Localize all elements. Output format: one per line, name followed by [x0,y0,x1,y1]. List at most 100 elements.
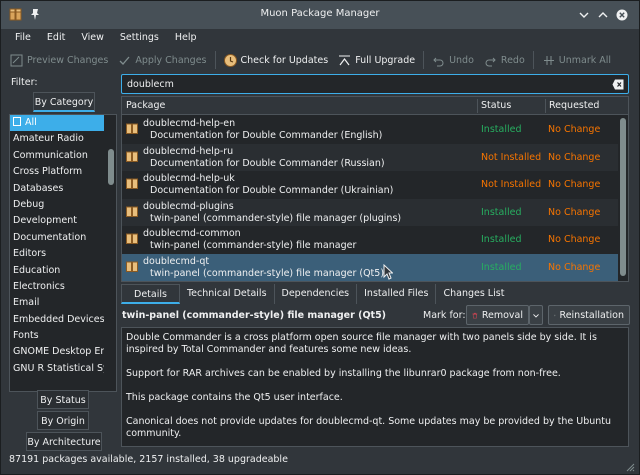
menu-file[interactable]: File [7,29,39,47]
toolbar-separator [423,51,425,69]
tab-dependencies[interactable]: Dependencies [275,284,358,304]
category-item[interactable]: All [10,115,104,132]
reinstallation-button[interactable]: Reinstallation [548,305,630,325]
package-name: doublecmd-common [143,228,241,239]
description-paragraph: This package contains the Qt5 user inter… [126,392,343,403]
package-icon [126,206,138,217]
maximize-button[interactable] [595,7,611,23]
update-package-icon [223,53,237,67]
menu-edit[interactable]: Edit [39,29,73,47]
search-field[interactable] [121,74,629,94]
table-row[interactable]: doublecmd-common twin-panel (commander-s… [122,226,618,254]
undo-button[interactable]: Undo [427,49,479,71]
category-item[interactable]: Documentation [10,230,104,246]
category-item[interactable]: Electronics [10,279,104,295]
table-row[interactable]: doublecmd-plugins twin-panel (commander-… [122,198,618,226]
full-upgrade-button[interactable]: Full Upgrade [333,49,420,71]
preview-changes-label: Preview Changes [27,54,109,66]
description-paragraph: Support for RAR archives can be enabled … [126,368,561,379]
redo-label: Redo [500,54,525,66]
category-all-icon [13,117,21,126]
column-divider[interactable] [545,99,546,113]
category-item[interactable]: Amateur Radio [10,131,104,147]
package-scrollbar[interactable] [619,116,627,280]
package-requested: No Change [548,179,601,190]
column-header-requested[interactable]: Requested [549,100,599,111]
table-row[interactable]: doublecmd-help-en Documentation for Doub… [122,116,618,144]
redo-button[interactable]: Redo [479,49,530,71]
package-description: Documentation for Double Commander (Russ… [150,157,385,169]
unmark-all-button[interactable]: Unmark All [537,49,616,71]
tab-by-origin[interactable]: By Origin [37,411,89,430]
tab-installed-files[interactable]: Installed Files [357,284,437,304]
package-description: Documentation for Double Commander (Ukra… [150,185,394,196]
category-item[interactable]: Development [10,213,104,229]
category-item[interactable]: Embedded Devices [10,312,104,328]
toolbar-separator [214,51,216,69]
table-row[interactable]: doublecmd-help-ru Documentation for Doub… [122,143,618,171]
category-label: All [25,117,37,128]
package-requested: No Change [548,151,601,163]
category-scrollbar[interactable] [108,117,114,389]
reinstallation-label: Reinstallation [559,309,624,321]
package-requested: No Change [548,261,601,273]
package-name: doublecmd-help-en [143,118,236,129]
column-header-status[interactable]: Status [481,100,511,111]
search-input[interactable] [127,77,587,91]
tab-by-category[interactable]: By Category [33,92,95,112]
clear-text-icon[interactable] [612,79,624,90]
removal-label: Removal [481,309,523,321]
title-bar[interactable]: Muon Package Manager [1,1,639,29]
tab-details[interactable]: Details [121,284,180,304]
package-name: doublecmd-help-ru [143,145,234,157]
category-list[interactable]: All Amateur Radio Communication Cross Pl… [9,114,117,392]
category-item[interactable]: GNU R Statistical Syst [10,361,104,377]
package-name: doublecmd-help-uk [143,173,235,184]
resize-grip-icon[interactable] [625,462,635,472]
package-status: Installed [481,234,522,245]
category-item[interactable]: Email [10,295,104,311]
scrollbar-thumb[interactable] [108,149,114,185]
category-item[interactable]: Fonts [10,328,104,344]
package-requested: No Change [548,206,601,218]
chevron-down-icon [579,12,589,18]
mark-for-label: Mark for: [423,310,466,321]
trash-icon [472,312,478,318]
apply-changes-button[interactable]: Apply Changes [113,49,211,71]
toolbar: Preview Changes Apply Changes Check for … [1,48,639,72]
check-updates-button[interactable]: Check for Updates [219,49,334,71]
toolbar-separator [532,51,534,69]
table-row-selected[interactable]: doublecmd-qt twin-panel (commander-style… [122,253,618,281]
column-divider[interactable] [477,99,478,113]
category-item[interactable]: Communication [10,148,104,164]
category-item[interactable]: Databases [10,181,104,197]
minimize-button[interactable] [576,7,592,23]
tab-by-status[interactable]: By Status [37,390,89,409]
tab-technical-details[interactable]: Technical Details [180,284,275,304]
package-name: doublecmd-qt [143,255,210,267]
category-item[interactable]: Education [10,263,104,279]
undo-icon [433,57,444,66]
category-item[interactable]: Debug [10,197,104,213]
package-requested: No Change [548,124,601,135]
package-icon [126,151,138,162]
menu-help[interactable]: Help [167,29,205,47]
column-header-package[interactable]: Package [126,100,165,111]
close-button[interactable] [614,7,630,23]
category-item[interactable]: GNOME Desktop Envi [10,344,104,360]
removal-button[interactable]: Removal [466,305,529,325]
table-header: Package Status Requested [122,97,628,115]
tab-by-architecture[interactable]: By Architecture [26,432,102,451]
menu-view[interactable]: View [73,29,112,47]
close-icon [616,9,628,21]
removal-dropdown-button[interactable] [529,305,543,325]
category-item[interactable]: Cross Platform [10,164,104,180]
package-description: Documentation for Double Commander (Engl… [150,130,383,141]
table-row[interactable]: doublecmd-help-uk Documentation for Doub… [122,171,618,199]
scrollbar-thumb[interactable] [620,118,626,276]
category-item[interactable]: Editors [10,246,104,262]
menu-settings[interactable]: Settings [112,29,167,47]
chevron-up-icon [598,12,608,18]
tab-changes-list[interactable]: Changes List [436,284,511,304]
preview-changes-button[interactable]: Preview Changes [5,49,113,71]
